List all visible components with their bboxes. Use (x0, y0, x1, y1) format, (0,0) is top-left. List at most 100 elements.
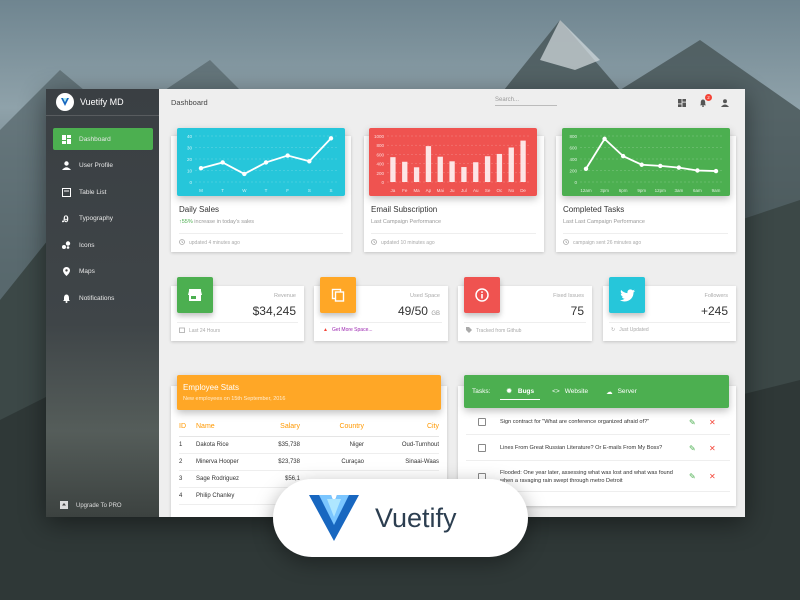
task-text: Flooded: One year later, assessing what … (500, 469, 673, 484)
edit-icon[interactable]: ✎ (689, 472, 696, 481)
table-cell: 2 (179, 453, 196, 471)
y-tick-label: 0 (189, 180, 192, 185)
brand-name: Vuetify (375, 502, 457, 533)
person-icon (61, 161, 71, 171)
x-tick-label: Jul (461, 188, 467, 193)
table-cell: Dakota Rice (196, 436, 258, 454)
column-header[interactable]: Country (302, 418, 364, 437)
card-subtitle: Last Campaign Performance (371, 219, 442, 225)
tab-server[interactable]: ☁ Server (600, 384, 643, 400)
table-cell: Philip Chanley (196, 487, 258, 505)
data-point (713, 168, 719, 174)
data-point (285, 153, 290, 158)
sidebar-item-label: User Profile (79, 162, 113, 169)
table-cell: Curaçao (302, 453, 364, 471)
y-tick-label: 0 (381, 180, 384, 185)
sidebar-item-label: Typography (79, 215, 113, 222)
svg-text:Ꭿ: Ꭿ (62, 214, 69, 223)
column-header[interactable]: City (364, 418, 439, 437)
bar (402, 161, 408, 182)
edit-icon[interactable]: ✎ (689, 444, 696, 453)
column-header[interactable]: ID (179, 418, 196, 437)
data-point (263, 160, 269, 165)
edit-icon[interactable]: ✎ (689, 418, 696, 427)
email-subscription-bar-chart: 1000 800 600 400 200 0 Ja Fe Ma Ap Mai Ju Jul Au Se Oc N… (374, 134, 529, 193)
sidebar-item-typography[interactable]: Ꭿ Typography (53, 208, 153, 230)
tab-website[interactable]: <> Website (546, 384, 594, 399)
card-title: Daily Sales (179, 205, 220, 214)
panel-title: Employee Stats (183, 383, 240, 392)
info-icon (464, 277, 500, 313)
upgrade-to-pro-link[interactable]: Upgrade To PRO (60, 501, 122, 511)
clock-icon (179, 239, 185, 247)
person-icon (721, 99, 729, 107)
table-cell: 4 (179, 487, 196, 505)
close-icon[interactable]: ✕ (709, 444, 716, 453)
y-tick-label: 400 (569, 157, 577, 162)
calendar-icon (179, 327, 185, 335)
table-cell: Minerva Hooper (196, 453, 258, 471)
x-tick-label: 6am (693, 188, 702, 193)
sidebar-item-maps[interactable]: Maps (53, 261, 153, 283)
table-cell: Sage Rodriguez (196, 470, 258, 488)
sidebar-item-icons[interactable]: Icons (53, 234, 153, 256)
sidebar-item-table-list[interactable]: Table List (53, 181, 153, 203)
stat-label: Followers (704, 293, 728, 299)
notification-badge: 2 (705, 94, 712, 101)
stat-value: 75 (570, 304, 584, 318)
card-title: Completed Tasks (563, 205, 625, 214)
y-tick-label: 40 (187, 134, 193, 139)
text-format-icon: Ꭿ (61, 214, 71, 224)
data-point (583, 166, 589, 171)
dashboard-view-icon[interactable] (677, 98, 687, 108)
divider (320, 322, 442, 323)
employee-stats-header: Employee Stats New employees on 15th Sep… (177, 375, 441, 410)
account-button[interactable] (720, 98, 730, 108)
table-cell: Sinaai-Waas (364, 453, 439, 471)
sidebar-header[interactable]: Vuetify MD (46, 89, 159, 116)
toolbar: Dashboard (159, 89, 745, 116)
table-row: 1 Dakota Rice $35,738 Niger Oud-Turnhout (179, 436, 439, 454)
x-tick-label: M (199, 188, 203, 193)
bar (484, 156, 491, 182)
close-icon[interactable]: ✕ (709, 472, 716, 481)
stat-value: +245 (700, 304, 728, 318)
daily-sales-chart: 40 30 20 10 0 M T W T F S S (177, 128, 345, 196)
task-text: Lines From Great Russian Literature? Or … (500, 445, 663, 451)
search-input[interactable]: Search... (495, 97, 557, 106)
panel-subtitle: New employees on 15th September, 2016 (183, 396, 286, 402)
bar (520, 140, 526, 182)
place-icon (61, 267, 71, 277)
x-tick-label: 9am (712, 188, 721, 193)
stat-value: $34,245 (252, 304, 296, 318)
refresh-icon: ↻ (611, 327, 616, 333)
divider (464, 322, 586, 323)
sidebar-item-notifications[interactable]: Notifications (53, 287, 153, 309)
stat-footer: Last 24 Hours (179, 327, 220, 335)
card-subtitle: Last Last Campaign Performance (563, 219, 645, 225)
data-point (220, 160, 225, 165)
data-point (620, 153, 626, 159)
divider (177, 322, 298, 323)
table-cell: 1 (179, 436, 196, 454)
email-subscription-chart: 1000 800 600 400 200 0 Ja Fe Ma Ap Mai Ju Jul Au Se Oc N… (369, 128, 537, 196)
sidebar-item-dashboard[interactable]: Dashboard (53, 128, 153, 150)
column-header[interactable]: Salary (258, 418, 302, 437)
vuetify-logo-icon (309, 495, 359, 541)
x-tick-label: Fe (402, 188, 408, 193)
card-footer: updated 4 minutes ago (179, 239, 240, 247)
task-checkbox[interactable] (478, 444, 486, 452)
sidebar-item-user-profile[interactable]: User Profile (53, 155, 153, 177)
bubble-chart-icon (61, 240, 71, 250)
get-more-space-link[interactable]: ▲ Get More Space... (323, 327, 373, 333)
series-line (585, 137, 717, 172)
notifications-button[interactable]: 2 (698, 94, 712, 108)
stat-label: Used Space (410, 293, 440, 299)
task-checkbox[interactable] (478, 418, 486, 426)
sidebar-item-label: Dashboard (79, 135, 111, 143)
bar (437, 156, 443, 182)
close-icon[interactable]: ✕ (709, 418, 716, 427)
column-header[interactable]: Name (196, 418, 258, 437)
tab-bugs[interactable]: ✹ Bugs (500, 383, 541, 400)
y-tick-label: 1000 (374, 134, 385, 139)
